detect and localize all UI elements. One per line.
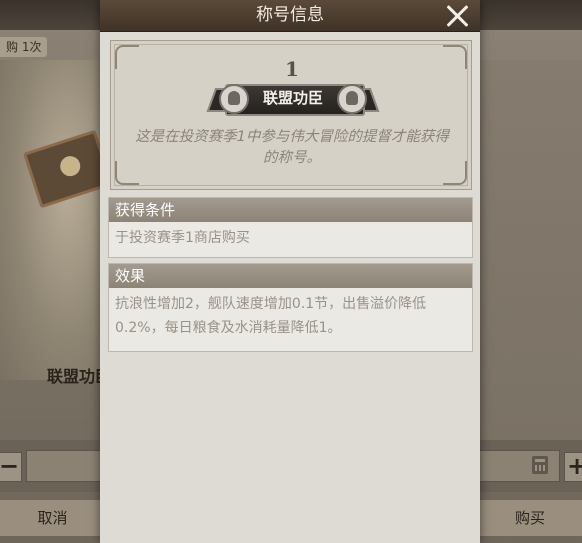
acquire-condition-text: 于投资赛季1商店购买	[115, 230, 250, 246]
quantity-field[interactable]	[26, 450, 108, 482]
background-right-area	[480, 60, 582, 440]
purchase-limit-tag: 购 1次	[0, 37, 48, 57]
badge-title-name: 联盟功臣	[262, 89, 323, 107]
effect-text: 抗浪性增加2，舰队速度增加0.1节，出售溢价降低0.2%，每日粮食及水消耗量降低…	[115, 296, 427, 336]
admiral-portrait-icon	[219, 84, 249, 114]
ornament-corner-icon	[443, 45, 467, 69]
cancel-button[interactable]: 取消	[0, 500, 105, 536]
acquire-condition-header: 获得条件	[109, 198, 472, 222]
title-card: 1 联盟功臣 这是在投资赛季1中参与伟大冒险的提督才能获得的称号。	[110, 40, 472, 190]
title-description: 这是在投资赛季1中参与伟大冒险的提督才能获得的称号。	[135, 129, 449, 166]
dialog-header: 称号信息	[100, 0, 480, 32]
acquire-condition-section: 获得条件 于投资赛季1商店购买	[108, 197, 473, 258]
calculator-icon[interactable]	[532, 456, 548, 474]
buy-button[interactable]: 购买	[478, 500, 582, 536]
quantity-plus-button[interactable]: +	[564, 452, 582, 482]
dialog-title: 称号信息	[256, 5, 324, 25]
quantity-minus-button[interactable]: −	[0, 452, 22, 482]
effect-section: 效果 抗浪性增加2，舰队速度增加0.1节，出售溢价降低0.2%，每日粮食及水消耗…	[108, 263, 473, 352]
title-badge: 联盟功臣	[206, 78, 380, 118]
close-icon[interactable]	[442, 1, 472, 31]
shop-item-name: 联盟功臣	[47, 367, 107, 386]
effect-header: 效果	[109, 264, 472, 288]
item-artwork	[0, 60, 112, 380]
ornament-corner-icon	[115, 45, 139, 69]
admiral-portrait-icon	[337, 84, 367, 114]
title-info-dialog: 称号信息 1 联盟功臣 这是在投资赛季1中参与伟大冒险的提督才能获得的称号。 获…	[100, 0, 480, 543]
